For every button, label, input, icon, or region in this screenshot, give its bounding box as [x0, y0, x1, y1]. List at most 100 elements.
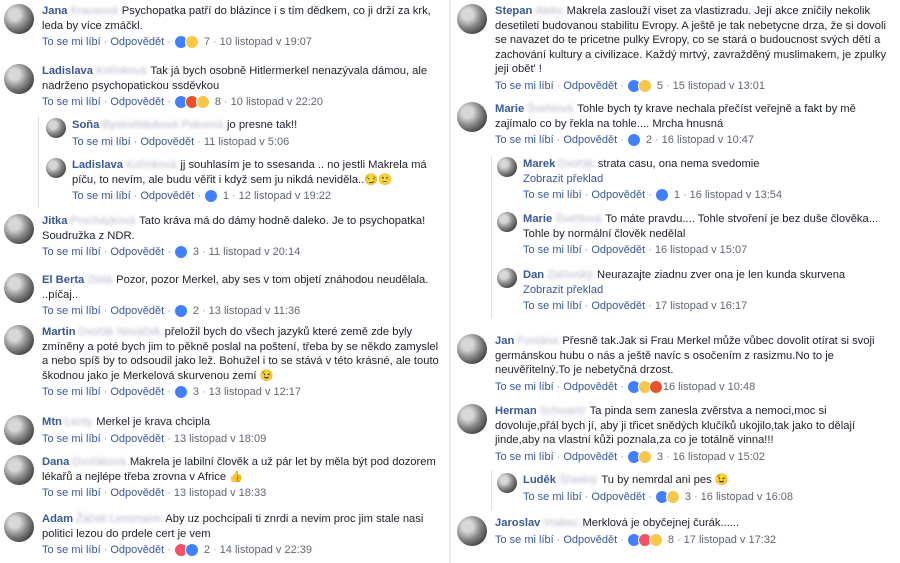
author-name[interactable]: Marie: [523, 213, 552, 225]
author-name[interactable]: Luděk: [523, 474, 556, 486]
author-name[interactable]: Jana: [42, 5, 68, 17]
timestamp[interactable]: 16 listopad v 16:08: [701, 490, 793, 505]
reaction-count[interactable]: 5: [657, 79, 663, 94]
timestamp[interactable]: 16 listopad v 15:02: [673, 450, 765, 465]
reaction-icons[interactable]: [203, 189, 218, 204]
author-name[interactable]: Stepan: [495, 5, 532, 17]
like-link[interactable]: To se mi líbí: [42, 245, 101, 260]
reaction-icons[interactable]: [173, 95, 210, 110]
author-name[interactable]: Ladislava: [72, 159, 123, 171]
reaction-icons[interactable]: [173, 245, 188, 260]
like-link[interactable]: To se mi líbí: [495, 450, 554, 465]
reaction-count[interactable]: 3: [657, 450, 663, 465]
show-translation-link[interactable]: Zobrazit překlad: [523, 283, 892, 298]
author-name[interactable]: Soňa: [72, 119, 99, 131]
reply-link[interactable]: Odpovědět: [110, 385, 164, 400]
like-link[interactable]: To se mi líbí: [42, 543, 101, 558]
avatar[interactable]: [46, 158, 66, 178]
timestamp[interactable]: 10 listopad v 22:20: [231, 95, 323, 110]
like-link[interactable]: To se mi líbí: [495, 79, 554, 94]
timestamp[interactable]: 13 listopad v 11:36: [209, 304, 301, 319]
reaction-count[interactable]: 8: [215, 95, 221, 110]
author-name[interactable]: Marie: [495, 103, 524, 115]
avatar[interactable]: [457, 516, 487, 546]
author-name[interactable]: Jan: [495, 335, 514, 347]
like-link[interactable]: To se mi líbí: [42, 486, 101, 501]
like-link[interactable]: To se mi líbí: [523, 299, 582, 314]
reply-link[interactable]: Odpovědět: [110, 35, 164, 50]
avatar[interactable]: [457, 404, 487, 434]
like-link[interactable]: To se mi líbí: [42, 385, 101, 400]
timestamp[interactable]: 16 listopad v 10:47: [662, 133, 754, 148]
reply-link[interactable]: Odpovědět: [591, 490, 645, 505]
reply-link[interactable]: Odpovědět: [140, 135, 194, 150]
avatar[interactable]: [497, 212, 517, 232]
reaction-icons[interactable]: [173, 385, 188, 400]
reaction-icons[interactable]: [173, 35, 199, 50]
avatar[interactable]: [4, 64, 34, 94]
reply-link[interactable]: Odpovědět: [591, 243, 645, 258]
reaction-icons[interactable]: [173, 304, 188, 319]
like-link[interactable]: To se mi líbí: [42, 304, 101, 319]
timestamp[interactable]: 11 listopad v 5:06: [204, 135, 289, 150]
timestamp[interactable]: 17 listopad v 17:32: [684, 533, 776, 548]
reply-link[interactable]: Odpovědět: [563, 533, 617, 548]
author-name[interactable]: Dana: [42, 456, 69, 468]
reaction-count[interactable]: 3: [685, 490, 691, 505]
avatar[interactable]: [4, 415, 34, 445]
like-link[interactable]: To se mi líbí: [72, 135, 131, 150]
avatar[interactable]: [4, 455, 34, 485]
timestamp[interactable]: 17 listopad v 16:17: [655, 299, 747, 314]
avatar[interactable]: [457, 102, 487, 132]
author-name[interactable]: Herman: [495, 405, 537, 417]
reply-link[interactable]: Odpovědět: [563, 79, 617, 94]
like-link[interactable]: To se mi líbí: [42, 432, 101, 447]
like-link[interactable]: To se mi líbí: [495, 133, 554, 148]
reaction-icons[interactable]: [626, 532, 663, 547]
reply-link[interactable]: Odpovědět: [110, 245, 164, 260]
author-name[interactable]: Jitka: [42, 215, 68, 227]
reaction-count[interactable]: 2: [204, 543, 210, 558]
reaction-count[interactable]: 8: [668, 533, 674, 548]
reply-link[interactable]: Odpovědět: [110, 543, 164, 558]
reaction-count[interactable]: 1: [223, 189, 229, 204]
avatar[interactable]: [4, 512, 34, 542]
reply-link[interactable]: Odpovědět: [110, 95, 164, 110]
avatar[interactable]: [4, 4, 34, 34]
reply-link[interactable]: Odpovědět: [563, 450, 617, 465]
like-link[interactable]: To se mi líbí: [72, 189, 131, 204]
timestamp[interactable]: 13 listopad v 12:17: [209, 385, 301, 400]
reply-link[interactable]: Odpovědět: [110, 304, 164, 319]
like-link[interactable]: To se mi líbí: [523, 188, 582, 203]
timestamp[interactable]: 13 listopad v 18:09: [174, 432, 266, 447]
reaction-count[interactable]: 1: [674, 188, 680, 203]
like-link[interactable]: To se mi líbí: [42, 35, 101, 50]
reaction-icons[interactable]: [654, 188, 669, 203]
reply-link[interactable]: Odpovědět: [110, 486, 164, 501]
reaction-icons[interactable]: [626, 449, 652, 464]
reaction-count[interactable]: 3: [193, 385, 199, 400]
reaction-icons[interactable]: [626, 78, 652, 93]
reaction-icons[interactable]: [654, 489, 680, 504]
reply-link[interactable]: Odpovědět: [140, 189, 194, 204]
show-translation-link[interactable]: Zobrazit překlad: [523, 172, 892, 187]
reply-link[interactable]: Odpovědět: [591, 188, 645, 203]
timestamp[interactable]: 10 listopad v 19:07: [220, 35, 312, 50]
timestamp[interactable]: 14 listopad v 22:39: [220, 543, 312, 558]
avatar[interactable]: [497, 268, 517, 288]
author-name[interactable]: Dan: [523, 269, 544, 281]
timestamp[interactable]: 16 listopad v 13:54: [690, 188, 782, 203]
reply-link[interactable]: Odpovědět: [563, 133, 617, 148]
like-link[interactable]: To se mi líbí: [495, 380, 554, 395]
avatar[interactable]: [457, 4, 487, 34]
avatar[interactable]: [4, 273, 34, 303]
timestamp[interactable]: 16 listopad v 15:07: [655, 243, 747, 258]
reaction-count[interactable]: 7: [204, 35, 210, 50]
reply-link[interactable]: Odpovědět: [563, 380, 617, 395]
reaction-count[interactable]: 2: [646, 133, 652, 148]
reply-link[interactable]: Odpovědět: [110, 432, 164, 447]
reaction-icons[interactable]: [626, 379, 663, 394]
like-link[interactable]: To se mi líbí: [495, 533, 554, 548]
author-name[interactable]: Martin: [42, 326, 76, 338]
timestamp[interactable]: 12 listopad v 19:22: [239, 189, 331, 204]
